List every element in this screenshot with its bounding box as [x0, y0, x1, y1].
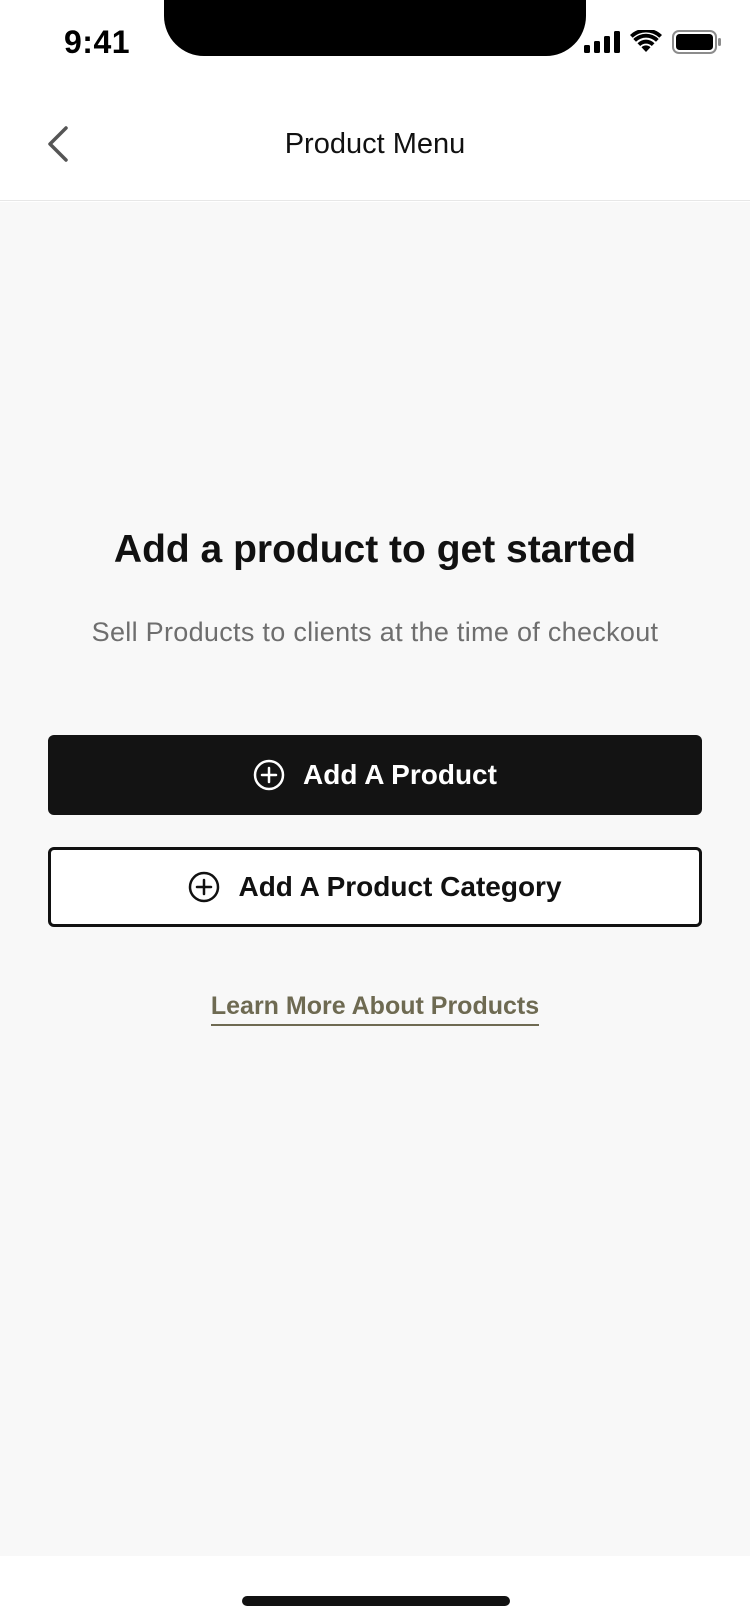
signal-icon	[584, 31, 620, 53]
add-product-label: Add A Product	[303, 759, 497, 790]
add-product-button[interactable]: Add A Product	[48, 735, 702, 815]
status-time: 9:41	[64, 24, 131, 60]
home-indicator[interactable]	[242, 1596, 510, 1606]
battery-icon	[672, 30, 722, 54]
plus-circle-icon	[188, 871, 220, 903]
add-product-category-button[interactable]: Add A Product Category	[48, 847, 702, 927]
learn-more-link[interactable]: Learn More About Products	[210, 992, 540, 1026]
status-bar: 9:41	[0, 0, 750, 94]
notch	[164, 0, 586, 56]
empty-state-title: Add a product to get started	[113, 528, 637, 571]
home-area	[0, 1556, 750, 1624]
main-content: Add a product to get started Sell Produc…	[0, 202, 750, 1556]
plus-circle-icon	[253, 759, 285, 791]
screen: 9:41 Product Menu Add a product to get s…	[0, 0, 750, 1624]
wifi-icon	[630, 30, 662, 54]
empty-state-subtitle: Sell Products to clients at the time of …	[91, 617, 659, 647]
status-icons	[584, 30, 722, 54]
learn-more-container: Learn More About Products	[0, 992, 750, 1026]
page-title: Product Menu	[284, 128, 466, 160]
nav-bar: Product Menu	[0, 94, 750, 201]
add-product-category-label: Add A Product Category	[238, 871, 562, 902]
